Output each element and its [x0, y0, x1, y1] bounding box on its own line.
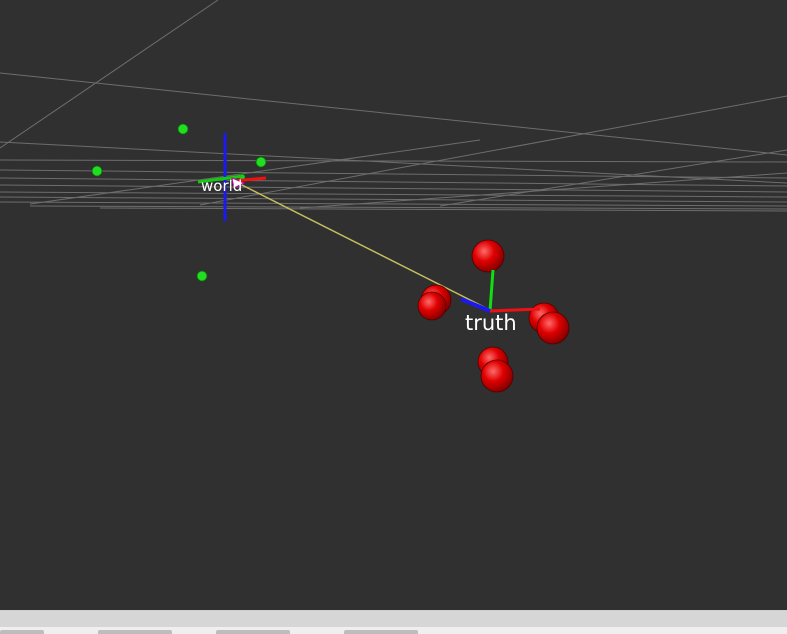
- grid-line: [299, 172, 787, 209]
- grid-floor: [0, 0, 787, 212]
- green-point: [196, 270, 208, 282]
- green-point: [255, 156, 267, 168]
- bottom-tab[interactable]: [98, 630, 172, 634]
- world-frame-label: world: [201, 177, 242, 195]
- bottom-panel: [0, 610, 787, 634]
- red-sphere: [536, 311, 570, 345]
- truth-z-axis: [460, 297, 491, 313]
- grid-line: [0, 201, 787, 207]
- bottom-tab[interactable]: [344, 630, 418, 634]
- grid-line: [0, 177, 787, 187]
- green-point: [177, 123, 189, 135]
- grid-line: [199, 95, 787, 206]
- grid-line: [0, 159, 787, 163]
- red-sphere: [471, 239, 505, 273]
- 3d-render-viewport[interactable]: world truth: [0, 0, 787, 610]
- green-point: [91, 165, 103, 177]
- red-sphere: [417, 291, 447, 321]
- bottom-tab[interactable]: [0, 630, 44, 634]
- grid-line: [0, 184, 787, 193]
- scene-svg: world truth: [0, 0, 787, 393]
- grid-line: [439, 149, 787, 207]
- red-sphere: [480, 359, 514, 393]
- tf-link-line: [239, 183, 489, 310]
- grid-line: [0, 169, 787, 179]
- truth-frame-axes: [460, 269, 541, 313]
- truth-y-axis: [488, 269, 495, 312]
- bottom-tab[interactable]: [216, 630, 290, 634]
- horizontal-scrollbar[interactable]: [0, 611, 787, 627]
- truth-frame-label: truth: [465, 311, 517, 335]
- grid-line: [0, 191, 787, 198]
- grid-line: [0, 72, 787, 156]
